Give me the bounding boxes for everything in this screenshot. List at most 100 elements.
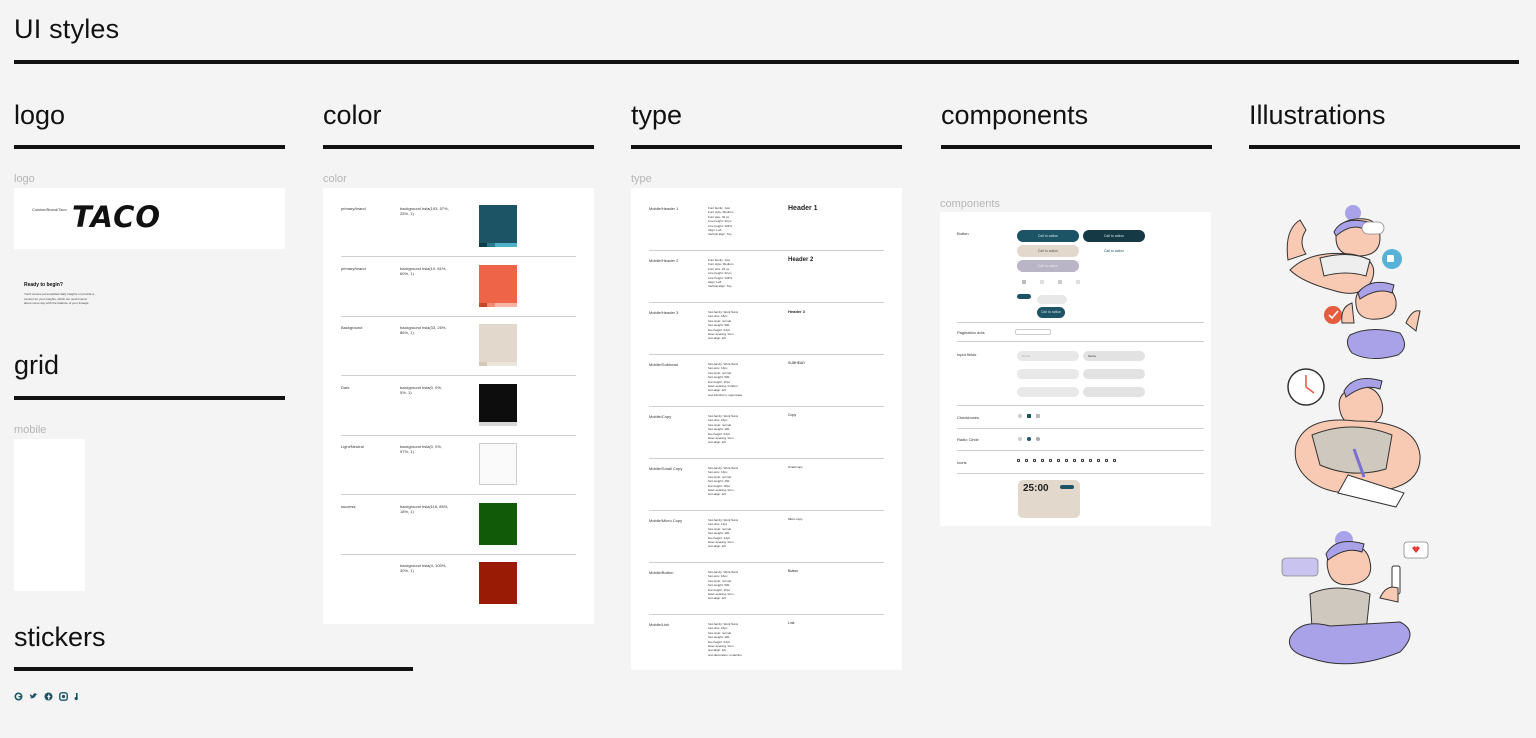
section-rule-illustrations xyxy=(1249,145,1520,149)
divider xyxy=(957,322,1204,323)
chip-input[interactable] xyxy=(1037,295,1067,304)
frame-label-logo[interactable]: logo xyxy=(14,173,35,185)
frame-label-mobile[interactable]: mobile xyxy=(14,424,46,436)
facebook-icon[interactable] xyxy=(44,692,53,701)
color-swatch[interactable] xyxy=(479,383,517,426)
input-fields-label: Input fields xyxy=(957,352,977,357)
input-field-dropdown-filled[interactable] xyxy=(1083,387,1145,397)
radio-checked[interactable] xyxy=(1027,437,1031,441)
checkbox-disabled[interactable] xyxy=(1036,414,1040,418)
trash-icon[interactable] xyxy=(1113,459,1116,462)
ready-card[interactable]: Ready to begin? You'll receive personali… xyxy=(24,282,94,306)
type-style-name: Mobile/Header 3 xyxy=(649,310,679,315)
type-sample: Header 1 xyxy=(788,205,818,212)
instagram-icon[interactable] xyxy=(59,692,68,701)
frame-label-color[interactable]: color xyxy=(323,173,347,185)
checkboxes-label: Checkboxes xyxy=(957,415,980,420)
type-frame[interactable]: Mobile/Header 1 Font family: Jost Font st… xyxy=(631,188,902,670)
pagination-dots[interactable] xyxy=(1015,329,1051,335)
disabled-button[interactable]: Call to action xyxy=(1017,260,1079,272)
input-field-icon[interactable] xyxy=(1017,369,1079,379)
divider xyxy=(341,256,576,257)
section-title-stickers: stickers xyxy=(14,622,106,652)
frame-label-type[interactable]: type xyxy=(631,173,652,185)
color-name: primary/brand xyxy=(341,206,366,211)
divider xyxy=(649,250,884,251)
input-field-icon-filled[interactable] xyxy=(1083,369,1145,379)
type-style-specs: font-family: Work Sans font-size: 13px f… xyxy=(708,466,739,497)
plus-icon[interactable] xyxy=(1081,459,1084,462)
chevron-left-icon[interactable] xyxy=(1025,459,1028,462)
ready-card-title: Ready to begin? xyxy=(24,282,63,288)
timer-value: 25:00 xyxy=(1023,483,1049,494)
input-field-dropdown[interactable] xyxy=(1017,387,1079,397)
type-style-specs: font-family: Work Sans font-size: 16px f… xyxy=(708,570,739,601)
input-field-filled[interactable]: Name xyxy=(1083,351,1145,361)
grid-icon[interactable] xyxy=(1076,280,1080,284)
home-icon[interactable] xyxy=(1022,280,1026,284)
twitter-icon[interactable] xyxy=(29,692,38,701)
section-title-components: components xyxy=(941,100,1089,130)
radio-disabled[interactable] xyxy=(1036,437,1040,441)
color-swatch[interactable] xyxy=(479,443,517,485)
text-button[interactable]: Call to action xyxy=(1083,245,1145,257)
divider xyxy=(649,510,884,511)
chevron-up-icon[interactable] xyxy=(1049,459,1052,462)
type-style-name: Mobile/Copy xyxy=(649,414,672,419)
input-field-empty[interactable]: Name xyxy=(1017,351,1079,361)
type-style-specs: font-family: Work Sans font-size: 16px f… xyxy=(708,414,739,445)
type-sample: Link xyxy=(788,621,795,625)
illustration-phone-person xyxy=(1280,528,1432,672)
eye-icon[interactable] xyxy=(1089,459,1092,462)
color-tint-chip xyxy=(479,302,487,307)
heart-icon[interactable] xyxy=(1040,280,1044,284)
color-swatch[interactable] xyxy=(479,502,517,545)
type-style-specs: font-family: Work Sans font-size: 11px f… xyxy=(708,518,739,549)
toggle-switch[interactable] xyxy=(1017,294,1031,299)
bell-icon[interactable] xyxy=(1058,280,1062,284)
logo-frame[interactable]: Cuisine/Brand/Taco TACO xyxy=(14,188,285,249)
dark-button[interactable]: Call to action xyxy=(1083,230,1145,242)
color-swatch[interactable] xyxy=(479,562,517,604)
small-button[interactable]: Call to action xyxy=(1037,307,1065,318)
timer-card[interactable]: 25:00 xyxy=(1018,480,1080,518)
tiktok-icon[interactable] xyxy=(74,692,80,701)
section-rule-logo xyxy=(14,145,285,149)
chevron-right-icon[interactable] xyxy=(1033,459,1036,462)
type-sample: Header 3 xyxy=(788,309,805,314)
google-icon[interactable] xyxy=(14,692,23,701)
timer-toggle[interactable] xyxy=(1060,485,1074,489)
chevron-down-icon[interactable] xyxy=(1041,459,1044,462)
type-style-specs: font-family: Work Sans font-size: 16px f… xyxy=(708,622,742,657)
pagination-label: Pagination dots xyxy=(957,330,985,335)
components-frame[interactable]: Button Call to action Call to action Cal… xyxy=(940,212,1211,526)
logo-caption: Cuisine/Brand/Taco xyxy=(32,207,67,212)
camera-icon[interactable] xyxy=(1097,459,1100,462)
divider xyxy=(957,473,1204,474)
color-swatch[interactable] xyxy=(479,324,517,366)
search-icon[interactable] xyxy=(1057,459,1060,462)
close-icon[interactable] xyxy=(1017,459,1020,462)
color-desc: background hsla(116, 85%, 18%, 1) xyxy=(400,503,449,514)
minus-icon[interactable] xyxy=(1065,459,1068,462)
section-title-illustrations: Illustrations xyxy=(1249,100,1386,130)
color-desc: background hsla(0, 0%, 5%, 1) xyxy=(400,384,443,395)
radio-row xyxy=(1018,437,1040,441)
color-name: Light/Neutral xyxy=(341,444,364,449)
color-swatch[interactable] xyxy=(479,205,517,247)
mobile-grid-frame[interactable] xyxy=(14,439,85,591)
radio-unchecked[interactable] xyxy=(1018,437,1022,441)
light-button[interactable]: Call to action xyxy=(1017,245,1079,257)
checkbox-unchecked[interactable] xyxy=(1018,414,1022,418)
color-frame[interactable]: primary/brand background hsla(193, 57%, 2… xyxy=(323,188,594,624)
color-swatch[interactable] xyxy=(479,264,517,307)
primary-button[interactable]: Call to action xyxy=(1017,230,1079,242)
divider xyxy=(649,302,884,303)
calendar-icon[interactable] xyxy=(1105,459,1108,462)
color-tint-chip xyxy=(487,243,495,247)
divider xyxy=(957,341,1204,342)
divider xyxy=(341,315,576,317)
frame-label-components[interactable]: components xyxy=(940,198,1000,210)
add-icon[interactable] xyxy=(1073,459,1076,462)
checkbox-checked[interactable] xyxy=(1027,414,1031,418)
